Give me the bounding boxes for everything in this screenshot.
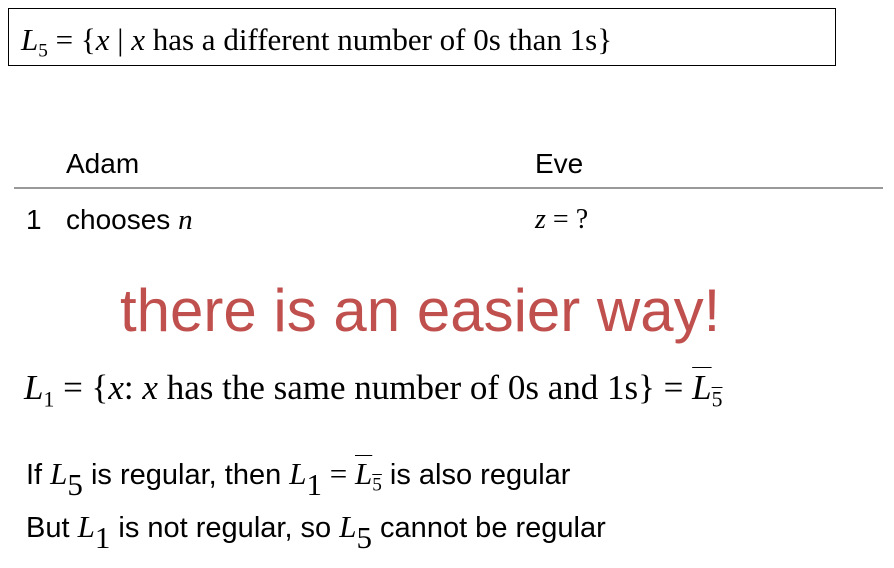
statement-2-text-b: is not regular, so: [110, 512, 340, 544]
statement-1-sub-b: 1: [306, 466, 323, 502]
statement-2-text-c: cannot be regular: [372, 512, 606, 544]
statement-1-sub-a: 5: [67, 466, 83, 502]
set-open: = {: [47, 22, 96, 57]
statement-1-symbol-c: L: [355, 456, 373, 491]
l1-symbol: L: [24, 368, 44, 407]
definition-text: L5 = {x | x has a different number of 0s…: [21, 22, 613, 61]
l1-definition: L1 = {x: x has the same number of 0s and…: [24, 368, 722, 410]
l1-variable-2: x: [142, 368, 158, 407]
statement-1-symbol-b: L: [289, 456, 307, 491]
set-bar: |: [109, 22, 132, 57]
set-variable-2: x: [131, 22, 145, 57]
eve-move-rest: = ?: [545, 204, 589, 235]
statement-1-text-a: If: [26, 459, 51, 491]
statement-1-sub-c: 5: [372, 474, 382, 496]
callout-heading: there is an easier way!: [120, 277, 721, 344]
definition-box: L5 = {x | x has a different number of 0s…: [8, 8, 836, 66]
l5-complement-symbol: L: [692, 368, 712, 407]
statement-1: If L5 is regular, then L1 = L5 is also r…: [26, 456, 571, 500]
statement-2-symbol-b: L: [339, 509, 357, 544]
column-header-adam: Adam: [66, 148, 140, 179]
statement-2-sub-a: 1: [94, 519, 111, 555]
statement-2-sub-b: 5: [356, 519, 373, 555]
table-divider: [14, 187, 883, 189]
statement-1-symbol-a: L: [50, 456, 68, 491]
statement-1-complement: L5: [355, 456, 382, 495]
statement-2: But L1 is not regular, so L5 cannot be r…: [26, 509, 606, 553]
statement-1-text-c: is also regular: [381, 459, 571, 491]
l1-set-open: = {: [54, 368, 109, 407]
statement-2-text-a: But: [26, 512, 78, 544]
l1-variable: x: [108, 368, 124, 407]
adam-move-text: chooses: [66, 204, 179, 235]
eve-move-variable: z: [535, 204, 546, 235]
l5-complement-subscript: 5: [711, 387, 723, 412]
l1-subscript: 1: [43, 387, 55, 412]
adam-move-variable: n: [178, 204, 193, 236]
set-description: has a different number of 0s than 1s}: [144, 22, 613, 57]
l5-symbol: L: [21, 22, 39, 57]
statement-2-symbol-a: L: [77, 509, 95, 544]
l1-colon: :: [123, 368, 143, 407]
statement-1-equals: =: [322, 456, 355, 491]
statement-1-text-b: is regular, then: [82, 459, 290, 491]
l1-description: has the same number of 0s and 1s} =: [157, 368, 693, 407]
row-number: 1: [26, 204, 42, 235]
row-adam-move: chooses n: [66, 204, 193, 237]
row-eve-move: z = ?: [535, 204, 588, 236]
l5-complement: L5: [692, 368, 722, 410]
l5-subscript: 5: [38, 40, 48, 62]
column-header-eve: Eve: [535, 148, 584, 179]
set-variable: x: [95, 22, 110, 57]
